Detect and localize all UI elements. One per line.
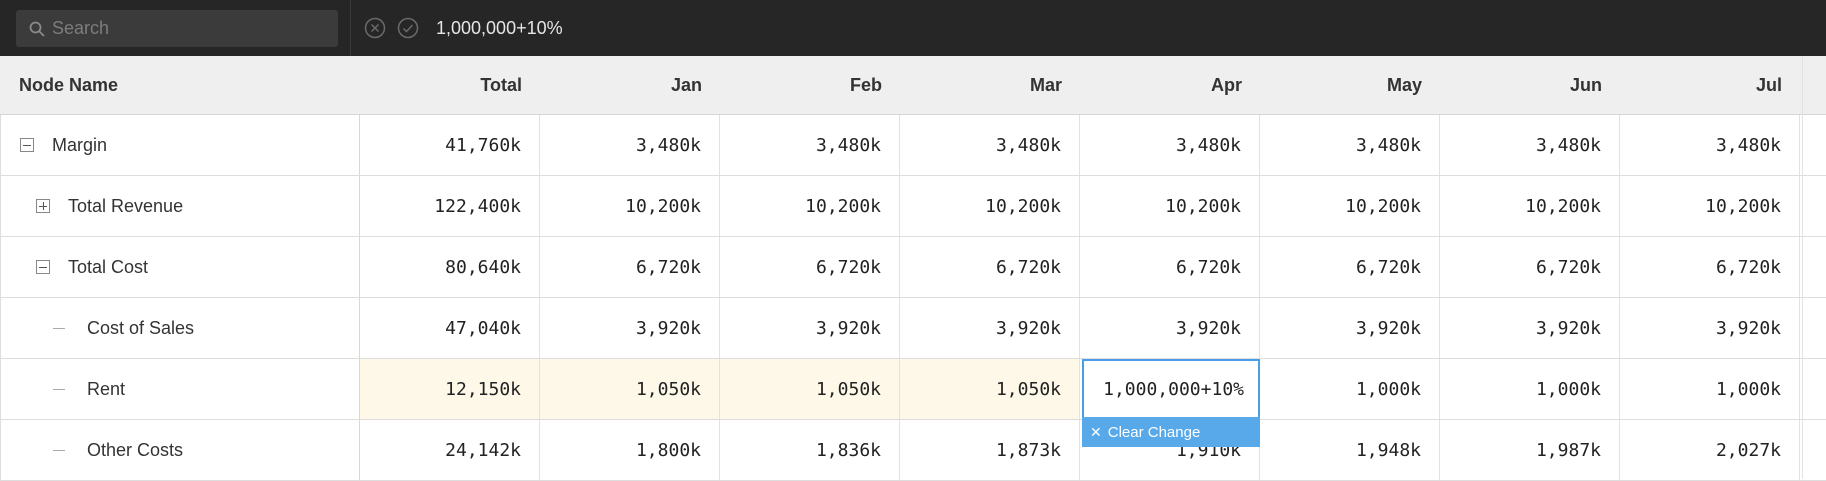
leaf-dash-icon (53, 449, 65, 451)
cancel-circle-icon[interactable] (364, 17, 386, 39)
value-cell[interactable]: 10,200k (1620, 176, 1800, 236)
value-cell[interactable]: 1,000k (1260, 359, 1440, 419)
value-cell[interactable]: 3,920k (1080, 298, 1260, 358)
value-cell[interactable]: 1,000k (1620, 359, 1800, 419)
value-cell[interactable]: 1,948k (1260, 420, 1440, 480)
table-row: Margin 41,760k 3,480k 3,480k 3,480k 3,48… (0, 115, 1826, 176)
table-row: Total Revenue 122,400k 10,200k 10,200k 1… (0, 176, 1826, 237)
value-cell[interactable]: 10,200k (900, 176, 1080, 236)
expand-icon[interactable] (36, 199, 50, 213)
value-cell[interactable]: 1,836k (720, 420, 900, 480)
value-cell[interactable]: 3,920k (540, 298, 720, 358)
table-row: Other Costs 24,142k 1,800k 1,836k 1,873k… (0, 420, 1826, 481)
value-cell[interactable]: 3,920k (1440, 298, 1620, 358)
column-header-jul[interactable]: Jul (1620, 56, 1800, 114)
value-cell-edited[interactable]: 1,050k (540, 359, 720, 419)
value-cell-edited[interactable]: 12,150k (360, 359, 540, 419)
value-cell[interactable]: 3,920k (900, 298, 1080, 358)
value-cell[interactable]: 6,720k (540, 237, 720, 297)
value-cell[interactable]: 2,027k (1620, 420, 1800, 480)
collapse-icon[interactable] (20, 138, 34, 152)
value-cell[interactable]: 10,200k (720, 176, 900, 236)
value-cell[interactable]: 80,640k (360, 237, 540, 297)
value-cell[interactable]: 3,480k (1620, 115, 1800, 175)
value-cell[interactable]: 41,760k (360, 115, 540, 175)
value-cell[interactable]: 3,480k (540, 115, 720, 175)
grid-header: Node Name Total Jan Feb Mar Apr May Jun … (0, 56, 1826, 115)
value-cell[interactable]: 10,200k (1260, 176, 1440, 236)
node-label: Margin (52, 134, 108, 155)
search-icon (29, 21, 45, 37)
table-row: Cost of Sales 47,040k 3,920k 3,920k 3,92… (0, 298, 1826, 359)
toolbar-divider (350, 0, 351, 56)
check-circle-icon[interactable] (397, 17, 419, 39)
value-cell-edited[interactable]: 1,050k (720, 359, 900, 419)
value-cell[interactable]: 10,200k (540, 176, 720, 236)
value-cell[interactable]: 10,200k (1080, 176, 1260, 236)
formula-bar-value[interactable]: 1,000,000+10% (436, 18, 563, 39)
node-label: Rent (87, 378, 126, 399)
value-cell[interactable]: 6,720k (1620, 237, 1800, 297)
value-cell[interactable]: 3,480k (720, 115, 900, 175)
value-cell[interactable]: 122,400k (360, 176, 540, 236)
value-cell[interactable]: 3,920k (1260, 298, 1440, 358)
node-name-cell: Total Cost (0, 237, 360, 297)
collapse-icon[interactable] (36, 260, 50, 274)
column-header-node-name[interactable]: Node Name (0, 56, 360, 114)
value-cell[interactable]: 6,720k (1440, 237, 1620, 297)
value-cell[interactable]: 10,200k (1440, 176, 1620, 236)
column-header-apr[interactable]: Apr (1080, 56, 1260, 114)
node-name-cell: Total Revenue (0, 176, 360, 236)
value-cell[interactable]: 24,142k (360, 420, 540, 480)
node-name-cell: Rent (0, 359, 360, 419)
node-label: Other Costs (87, 439, 184, 460)
leaf-dash-icon (53, 388, 65, 390)
value-cell[interactable]: 3,920k (1620, 298, 1800, 358)
close-icon: ✕ (1090, 423, 1102, 440)
value-cell[interactable]: 1,000k (1440, 359, 1620, 419)
column-header-feb[interactable]: Feb (720, 56, 900, 114)
column-header-jan[interactable]: Jan (540, 56, 720, 114)
value-cell[interactable]: 3,480k (1080, 115, 1260, 175)
grid-right-edge (1802, 56, 1803, 479)
value-cell[interactable]: 1,873k (900, 420, 1080, 480)
value-cell[interactable]: 6,720k (900, 237, 1080, 297)
value-cell[interactable]: 3,920k (720, 298, 900, 358)
node-name-cell: Other Costs (0, 420, 360, 480)
value-cell[interactable]: 47,040k (360, 298, 540, 358)
value-cell[interactable]: 6,720k (1260, 237, 1440, 297)
value-cell[interactable]: 6,720k (720, 237, 900, 297)
column-header-jun[interactable]: Jun (1440, 56, 1620, 114)
node-label: Cost of Sales (87, 317, 195, 338)
node-name-cell: Margin (0, 115, 360, 175)
column-header-total[interactable]: Total (360, 56, 540, 114)
table-row: Rent 12,150k 1,050k 1,050k 1,050k 1,000k… (0, 359, 1826, 447)
column-header-mar[interactable]: Mar (900, 56, 1080, 114)
leaf-dash-icon (53, 327, 65, 329)
node-name-cell: Cost of Sales (0, 298, 360, 358)
value-cell[interactable]: 1,800k (540, 420, 720, 480)
value-cell[interactable]: 3,480k (1260, 115, 1440, 175)
value-cell[interactable]: 3,480k (900, 115, 1080, 175)
toolbar: 1,000,000+10% (0, 0, 1826, 56)
column-header-may[interactable]: May (1260, 56, 1440, 114)
search-input[interactable] (52, 10, 332, 47)
clear-change-button[interactable]: ✕ Clear Change (1082, 417, 1260, 447)
clear-change-label: Clear Change (1107, 423, 1201, 441)
value-cell-edited[interactable]: 1,050k (900, 359, 1080, 419)
value-cell[interactable]: 6,720k (1080, 237, 1260, 297)
search-box[interactable] (16, 10, 338, 47)
cell-editor[interactable] (1082, 359, 1260, 419)
value-cell[interactable]: 1,987k (1440, 420, 1620, 480)
cell-editor-input[interactable] (1084, 361, 1258, 417)
node-label: Total Revenue (68, 195, 184, 216)
table-row: Total Cost 80,640k 6,720k 6,720k 6,720k … (0, 237, 1826, 298)
node-label: Total Cost (68, 256, 149, 277)
data-grid: Node Name Total Jan Feb Mar Apr May Jun … (0, 56, 1826, 481)
value-cell[interactable]: 3,480k (1440, 115, 1620, 175)
